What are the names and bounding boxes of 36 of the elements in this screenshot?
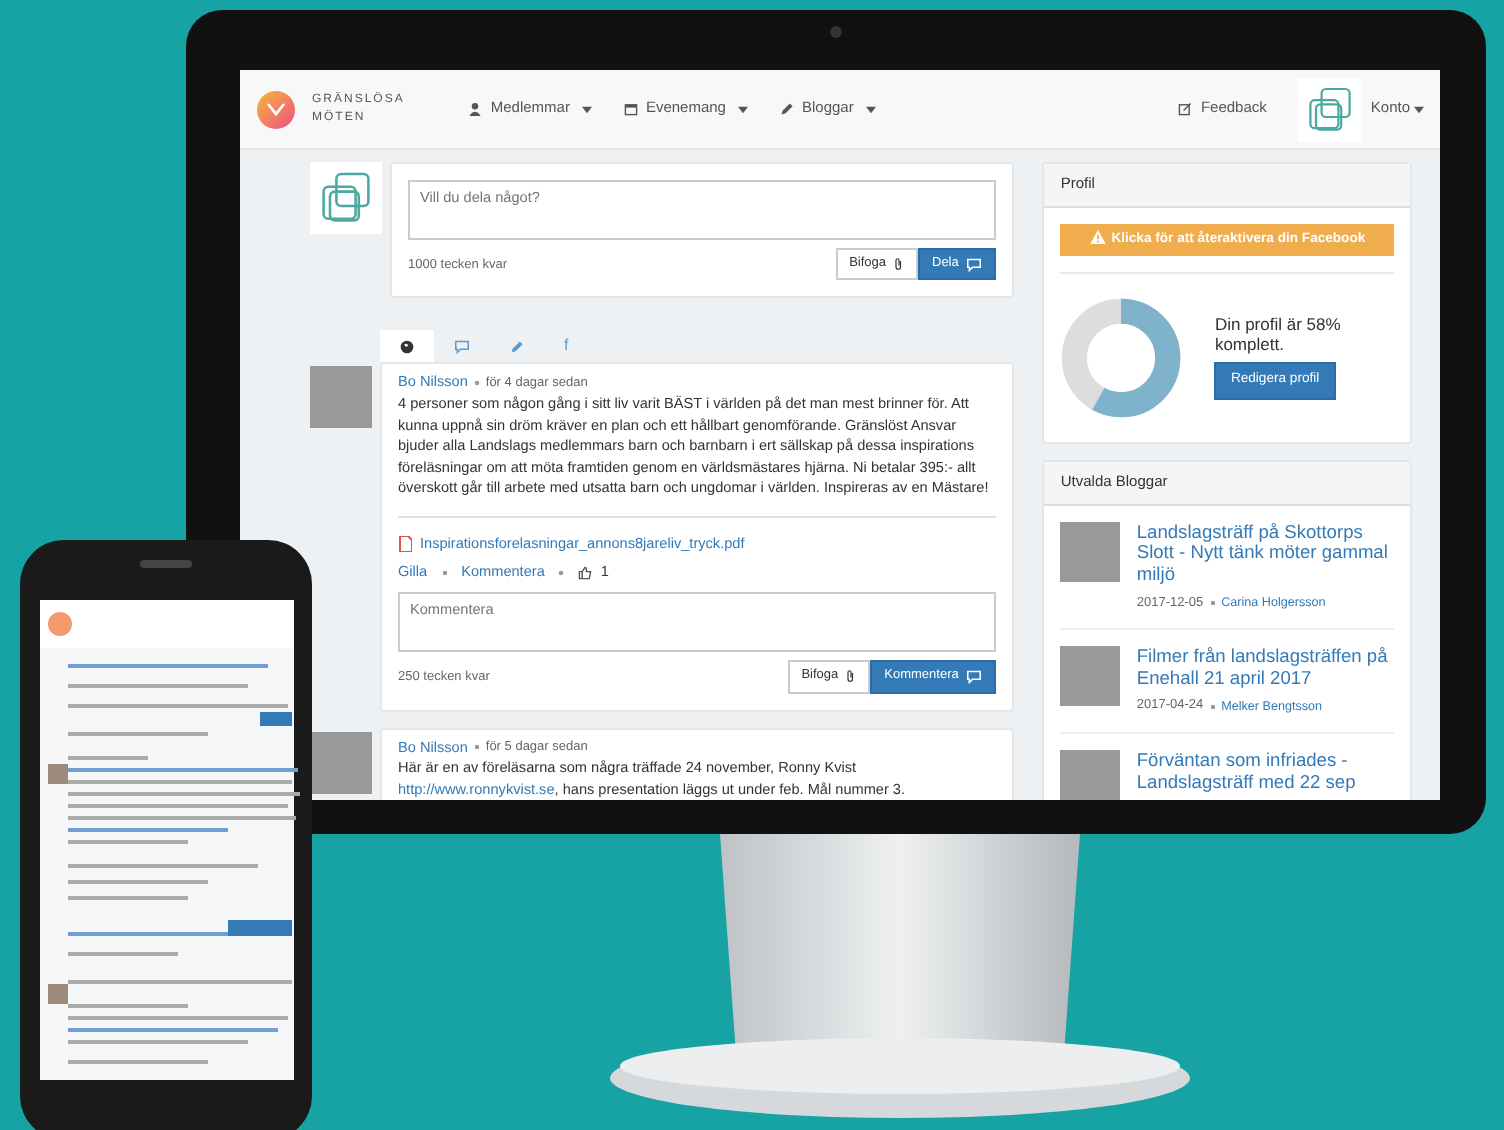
separator-dot-icon	[441, 570, 448, 577]
photo-placeholder	[1060, 749, 1121, 800]
warning-icon	[1089, 229, 1106, 244]
caret-icon	[581, 105, 592, 113]
logo-icon	[256, 89, 296, 129]
blog-title-link[interactable]: Filmer från landslagsträffen på Enehall 21 april 2017	[1136, 646, 1394, 689]
caret-icon	[1414, 105, 1424, 113]
pencil-icon	[510, 339, 524, 354]
caret-icon	[865, 105, 876, 113]
blog-title-link[interactable]: Förväntan som infriades - Landslagsträff med 22 sep	[1136, 749, 1394, 793]
calendar-icon	[623, 102, 638, 116]
edit-icon	[1178, 102, 1193, 116]
user-icon	[468, 102, 483, 116]
blog-title-link[interactable]: Landslagsträff på Skottorps Slott - Nytt tänk möter gammal miljö	[1136, 521, 1394, 586]
feed-tab[interactable]	[380, 330, 434, 363]
globe-icon	[400, 339, 414, 354]
pdf-icon	[398, 536, 412, 553]
separator-dot-icon	[558, 570, 565, 577]
photo-placeholder	[1060, 646, 1121, 707]
separator-dot-icon	[1209, 703, 1216, 710]
speech-bubble-icon	[454, 339, 470, 354]
feed-tab[interactable]: f	[544, 330, 589, 363]
separator-dot-icon	[473, 744, 480, 751]
paperclip-icon	[846, 670, 857, 683]
caret-icon	[737, 105, 748, 113]
separator-dot-icon	[473, 380, 480, 387]
thumbs-up-icon	[578, 566, 593, 581]
speech-bubble-icon	[966, 257, 983, 272]
profile-status: Din profil är 58% komplett.	[1214, 314, 1343, 355]
separator-dot-icon	[1209, 599, 1216, 606]
speech-bubble-icon	[966, 669, 983, 684]
avatar-photo-placeholder	[310, 731, 372, 793]
photo-placeholder	[1060, 521, 1121, 582]
paperclip-icon	[894, 258, 904, 271]
avatar-photo-placeholder	[310, 366, 372, 429]
pencil-icon	[779, 102, 794, 116]
